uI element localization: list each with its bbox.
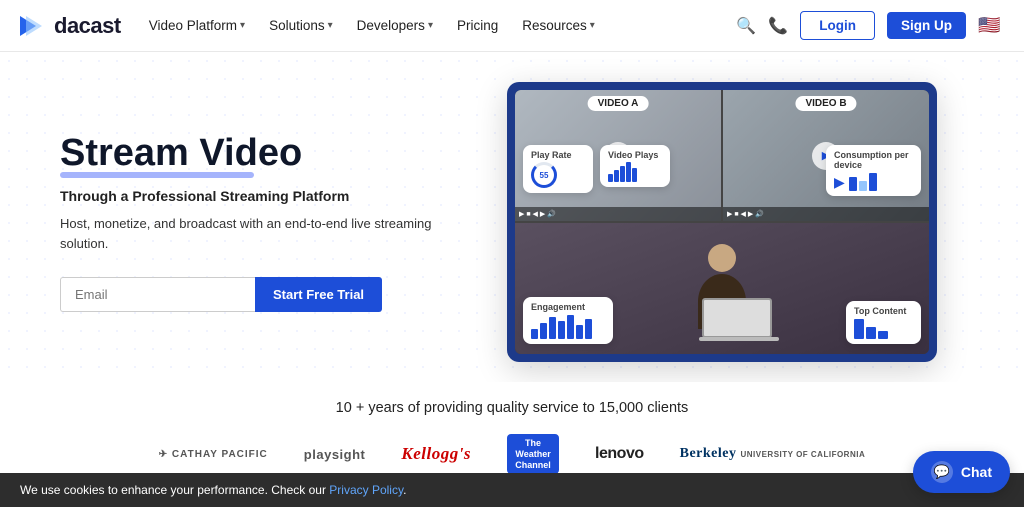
hero-left: Stream Video Through a Professional Stre… [60, 132, 480, 312]
logo-icon [20, 12, 48, 40]
nav-item-developers[interactable]: Developers ▾ [347, 12, 443, 39]
play-button-a[interactable]: ▶ [604, 142, 632, 170]
nav-item-pricing[interactable]: Pricing [447, 12, 508, 39]
trust-bar-title: 10 + years of providing quality service … [20, 400, 1004, 416]
search-button[interactable]: 🔍 [736, 16, 756, 36]
hero-right: VIDEO A ▶ ▶ ■ ◀ ▶ 🔊 VIDEO B ▶ ▶ ■ ◀ ▶ 🔊 [480, 82, 964, 362]
chevron-down-icon: ▾ [240, 20, 245, 31]
privacy-policy-link[interactable]: Privacy Policy [329, 483, 403, 497]
start-free-trial-button[interactable]: Start Free Trial [255, 277, 382, 312]
nav-item-solutions[interactable]: Solutions ▾ [259, 12, 343, 39]
search-icon: 🔍 [736, 16, 756, 36]
video-cell-a: VIDEO A ▶ ▶ ■ ◀ ▶ 🔊 [515, 90, 721, 221]
language-selector[interactable]: 🇺🇸 [978, 17, 1004, 35]
hero-description: Host, monetize, and broadcast with an en… [60, 214, 480, 256]
cookie-text: We use cookies to enhance your performan… [20, 483, 1004, 497]
brand-lenovo: lenovo [595, 445, 644, 463]
email-input[interactable] [60, 277, 255, 312]
nav-item-video-platform[interactable]: Video Platform ▾ [139, 12, 255, 39]
play-button-b[interactable]: ▶ [812, 142, 840, 170]
signup-button[interactable]: Sign Up [887, 12, 966, 39]
hero-title: Stream Video [60, 132, 480, 176]
login-button[interactable]: Login [800, 11, 875, 40]
brand-cathay-pacific: ✈ CATHAY PACIFIC [159, 449, 268, 460]
brand-logos-row: ✈ CATHAY PACIFIC playsight Kellogg's The… [20, 434, 1004, 474]
phone-button[interactable]: 📞 [768, 16, 788, 36]
nav-actions: 🔍 📞 Login Sign Up 🇺🇸 [736, 11, 1004, 40]
chat-label: Chat [961, 464, 992, 480]
navbar: dacast Video Platform ▾ Solutions ▾ Deve… [0, 0, 1024, 52]
nav-item-resources[interactable]: Resources ▾ [512, 12, 605, 39]
hero-section: Stream Video Through a Professional Stre… [0, 52, 1024, 382]
video-cell-b: VIDEO B ▶ ▶ ■ ◀ ▶ 🔊 [723, 90, 929, 221]
phone-icon: 📞 [768, 16, 788, 36]
brand-kelloggs: Kellogg's [401, 444, 471, 464]
nav-links: Video Platform ▾ Solutions ▾ Developers … [139, 12, 737, 39]
video-controls-a: ▶ ■ ◀ ▶ 🔊 [519, 210, 556, 218]
video-panel-inner: VIDEO A ▶ ▶ ■ ◀ ▶ 🔊 VIDEO B ▶ ▶ ■ ◀ ▶ 🔊 [515, 90, 929, 354]
chevron-down-icon: ▾ [328, 20, 333, 31]
brand-playsight: playsight [304, 447, 366, 462]
chat-button[interactable]: 💬 Chat [913, 451, 1010, 493]
brand-berkeley: Berkeley UNIVERSITY OF CALIFORNIA [680, 446, 866, 462]
cookie-banner: We use cookies to enhance your performan… [0, 473, 1024, 507]
video-label-a: VIDEO A [588, 96, 649, 111]
logo[interactable]: dacast [20, 12, 121, 40]
chat-icon: 💬 [931, 461, 953, 483]
chevron-down-icon: ▾ [428, 20, 433, 31]
brand-weather-channel: TheWeatherChannel [507, 434, 559, 474]
video-panel: VIDEO A ▶ ▶ ■ ◀ ▶ 🔊 VIDEO B ▶ ▶ ■ ◀ ▶ 🔊 [507, 82, 937, 362]
video-cell-main [515, 223, 929, 354]
hero-subtitle: Through a Professional Streaming Platfor… [60, 188, 480, 204]
email-cta-row: Start Free Trial [60, 277, 480, 312]
video-label-b: VIDEO B [795, 96, 856, 111]
video-controls-b: ▶ ■ ◀ ▶ 🔊 [727, 210, 764, 218]
trust-bar: 10 + years of providing quality service … [0, 382, 1024, 486]
chevron-down-icon: ▾ [590, 20, 595, 31]
logo-text: dacast [54, 13, 121, 39]
